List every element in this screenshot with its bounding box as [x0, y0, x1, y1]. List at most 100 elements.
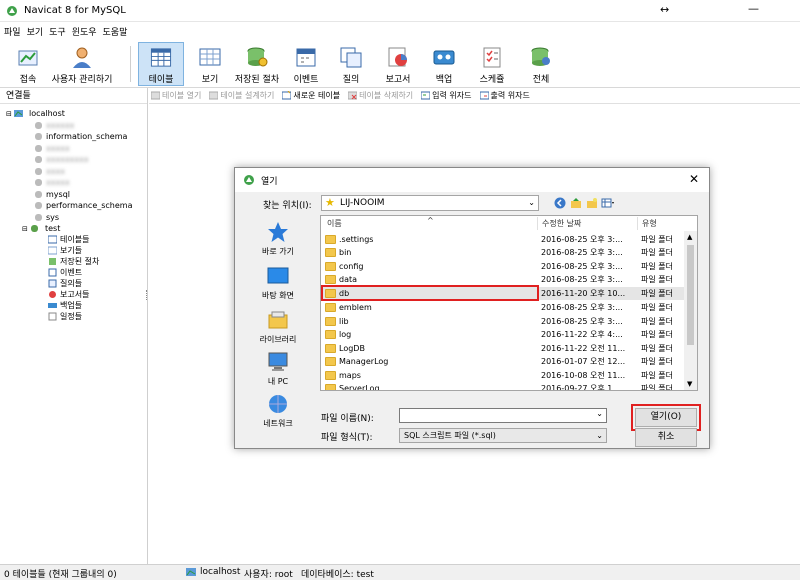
tree-node-sys[interactable]: sys	[34, 212, 59, 223]
file-row[interactable]: LogDB 2016-11-22 오전 11... 파일 폴더	[321, 342, 685, 355]
place-label: 내 PC	[267, 377, 289, 386]
look-in-dropdown[interactable]: ★ LIJ-NOOIM ⌄	[321, 195, 539, 211]
file-row[interactable]: emblem 2016-08-25 오후 3:... 파일 폴더	[321, 301, 685, 314]
file-row[interactable]: ManagerLog 2016-01-07 오전 12... 파일 폴더	[321, 355, 685, 368]
scroll-up-icon[interactable]: ▲	[687, 233, 692, 241]
tree-node-performance-schema[interactable]: performance_schema	[34, 200, 133, 211]
open-file-dialog: 열기 ✕ 찾는 위치(I): ★ LIJ-NOOIM ⌄ 바로 가기 바탕 화면…	[234, 167, 710, 449]
file-type-select[interactable]: SQL 스크립트 파일 (*.sql) ⌄	[399, 428, 607, 443]
schedule-checklist-icon	[483, 47, 501, 68]
close-icon[interactable]: ✕	[689, 172, 699, 186]
chevron-down-icon[interactable]: ⌄	[596, 409, 603, 418]
events-button[interactable]: 이벤트	[286, 42, 326, 86]
column-header-name[interactable]: 이름	[327, 216, 342, 231]
design-table-button[interactable]: 테이블 설계하기	[209, 90, 274, 101]
menu-help[interactable]: 도움말	[103, 25, 128, 38]
menu-file[interactable]: 파일	[4, 25, 21, 38]
open-table-button[interactable]: 테이블 열기	[151, 90, 201, 101]
menu-window[interactable]: 윈도우	[72, 25, 97, 38]
tree-node-schedules[interactable]: 일정들	[48, 311, 82, 322]
stored-procedures-button[interactable]: 저장된 절차	[232, 42, 282, 86]
file-row[interactable]: maps 2016-10-08 오전 11... 파일 폴더	[321, 369, 685, 382]
tree-node-views[interactable]: 보기들	[48, 245, 82, 256]
reports-button[interactable]: 보고서	[376, 42, 420, 86]
file-name: config	[339, 262, 364, 271]
design-table-icon	[209, 91, 219, 100]
file-row[interactable]: ServerLog 2016-09-27 오후 1... 파일 폴더	[321, 382, 685, 390]
file-row[interactable]: lib 2016-08-25 오후 3:... 파일 폴더	[321, 315, 685, 328]
tree-node-db-blurred[interactable]: xxxxx	[34, 143, 70, 154]
column-divider[interactable]	[537, 217, 538, 230]
file-name: emblem	[339, 303, 372, 312]
back-icon[interactable]	[553, 196, 567, 210]
delete-table-icon	[348, 91, 358, 100]
collapse-icon[interactable]: ⊟	[22, 225, 28, 233]
scroll-down-icon[interactable]: ▼	[687, 380, 692, 388]
up-folder-icon[interactable]	[569, 196, 583, 210]
queries-button[interactable]: 질의	[332, 42, 370, 86]
file-row[interactable]: log 2016-11-22 오후 4:... 파일 폴더	[321, 328, 685, 341]
schedule-button[interactable]: 스케쥴	[470, 42, 514, 86]
new-table-button[interactable]: 새로운 테이블	[282, 90, 340, 101]
column-header-type[interactable]: 유형	[642, 216, 657, 231]
tables-button[interactable]: 테이블	[138, 42, 184, 86]
delete-table-button[interactable]: 테이블 삭제하기	[348, 90, 413, 101]
place-libraries[interactable]: 라이브러리	[241, 309, 315, 345]
chevron-down-icon[interactable]: ⌄	[596, 429, 603, 442]
tree-node-reports[interactable]: 보고서들	[48, 289, 89, 300]
all-objects-icon	[531, 47, 550, 66]
place-this-pc[interactable]: 내 PC	[241, 351, 315, 387]
file-type: 파일 폴더	[641, 303, 673, 312]
menu-view[interactable]: 보기	[27, 25, 44, 38]
import-wizard-button[interactable]: 입력 위자드	[421, 90, 472, 101]
user-management-button[interactable]: 사용자 관리하기	[50, 42, 114, 86]
tree-node-db-blurred[interactable]: xxxx	[34, 166, 65, 177]
folder-icon	[325, 235, 336, 244]
place-label: 라이브러리	[259, 335, 297, 344]
tree-node-information-schema[interactable]: information_schema	[34, 131, 127, 142]
scroll-thumb[interactable]	[687, 245, 694, 345]
place-network[interactable]: 네트워크	[241, 393, 315, 429]
tree-node-mysql[interactable]: mysql	[34, 189, 70, 200]
object-toolbar: 테이블 열기 테이블 설계하기 새로운 테이블 테이블 삭제하기 입력 위자드 …	[149, 88, 800, 104]
resize-arrows-icon[interactable]: ↔	[660, 3, 669, 16]
import-wizard-label: 입력 위자드	[432, 91, 472, 100]
new-folder-icon[interactable]	[585, 196, 599, 210]
backup-button[interactable]: 백업	[424, 42, 464, 86]
minimize-button[interactable]: —	[748, 2, 759, 15]
connect-button[interactable]: 접속	[6, 42, 50, 86]
file-date: 2016-08-25 오후 3:...	[541, 262, 623, 271]
main-toolbar: 접속 사용자 관리하기 테이블 보기 저장된 절차 이벤트 질의 보고서 백업 …	[0, 40, 800, 88]
library-icon	[268, 311, 288, 329]
tree-node-db-blurred[interactable]: xxxxxxxxx	[34, 154, 89, 165]
collapse-icon[interactable]: ⊟	[6, 110, 12, 118]
file-list-scrollbar[interactable]: ▲ ▼	[684, 231, 697, 390]
file-row[interactable]: bin 2016-08-25 오후 3:... 파일 폴더	[321, 246, 685, 259]
menu-tools[interactable]: 도구	[49, 25, 66, 38]
place-quick-access[interactable]: 바로 가기	[241, 221, 315, 257]
place-desktop[interactable]: 바탕 화면	[241, 265, 315, 301]
connection-icon	[14, 110, 24, 117]
view-menu-icon[interactable]	[601, 196, 615, 210]
file-row[interactable]: config 2016-08-25 오후 3:... 파일 폴더	[321, 260, 685, 273]
tree-node-db-blurred[interactable]: xxxxxx	[34, 120, 74, 131]
export-wizard-button[interactable]: 출력 위자드	[479, 90, 530, 101]
tree-node-localhost[interactable]: ⊟ localhost	[6, 108, 65, 119]
db-label: information_schema	[46, 132, 128, 141]
tree-node-db-blurred[interactable]: xxxxx	[34, 177, 70, 188]
tree-node-procedures[interactable]: 저장된 절차	[48, 256, 99, 267]
tree-node-test[interactable]: ⊟ test	[22, 223, 60, 234]
column-header-date[interactable]: 수정한 날짜	[542, 216, 581, 231]
desktop-icon	[267, 267, 289, 284]
file-row[interactable]: .settings 2016-08-25 오후 3:... 파일 폴더	[321, 233, 685, 246]
file-name-input[interactable]: ⌄	[399, 408, 607, 423]
tree-node-events[interactable]: 이벤트	[48, 267, 82, 278]
cancel-button[interactable]: 취소	[635, 428, 697, 447]
tree-node-queries[interactable]: 질의들	[48, 278, 82, 289]
column-divider[interactable]	[637, 217, 638, 230]
tree-node-backups[interactable]: 백업들	[48, 300, 82, 311]
tree-node-tables[interactable]: 테이블들	[48, 234, 89, 245]
views-button[interactable]: 보기	[190, 42, 230, 86]
all-button[interactable]: 전체	[520, 42, 562, 86]
new-table-icon	[282, 91, 292, 100]
